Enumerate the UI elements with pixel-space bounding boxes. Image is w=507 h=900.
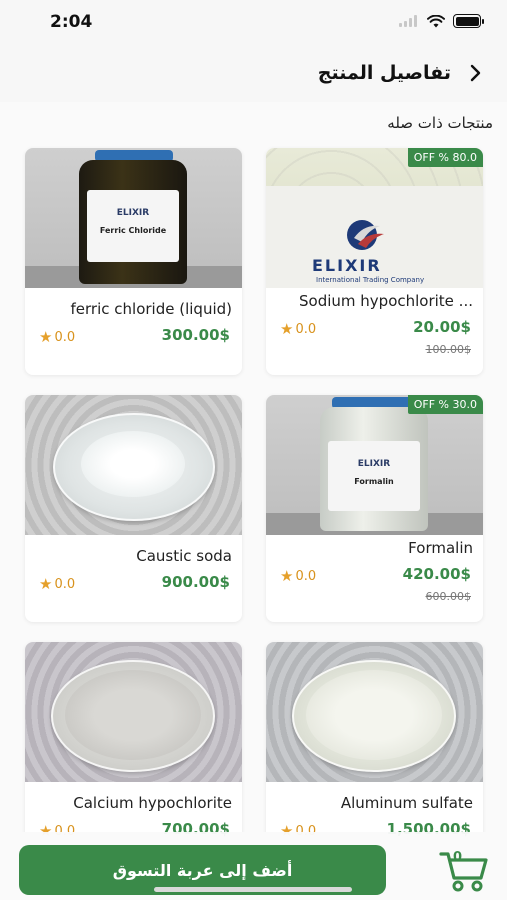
product-image: ELIXIR International Trading Company OFF…	[266, 148, 483, 288]
wifi-icon	[427, 14, 445, 27]
star-icon: ★	[39, 328, 53, 346]
product-image	[25, 395, 242, 535]
star-icon: ★	[39, 575, 53, 593]
product-name: Sodium hypochlorite ...	[299, 292, 473, 310]
product-price: 900.00$	[161, 573, 230, 591]
status-bar: 2:04	[0, 0, 507, 46]
product-image	[25, 642, 242, 782]
discount-badge: OFF % 80.0	[407, 148, 483, 167]
product-card[interactable]: ELIXIR Formalin OFF % 30.0 Formalin 420.…	[266, 395, 483, 622]
back-button[interactable]	[463, 60, 489, 86]
product-price: 420.00$	[402, 565, 471, 583]
elixir-logo	[347, 220, 384, 250]
product-image	[266, 642, 483, 782]
signal-icon	[399, 15, 419, 27]
chevron-left-icon	[470, 64, 481, 82]
star-icon: ★	[280, 320, 294, 338]
product-rating: ★ 0.0	[39, 575, 76, 593]
product-old-price: 100.00$	[425, 343, 472, 356]
discount-badge: OFF % 30.0	[407, 395, 483, 414]
cart-button[interactable]: 0	[439, 848, 491, 894]
product-name: Aluminum sulfate	[340, 794, 473, 812]
product-rating: ★ 0.0	[280, 320, 317, 338]
product-price: 20.00$	[413, 318, 471, 336]
product-rating: ★ 0.0	[280, 567, 317, 585]
product-card[interactable]: Caustic soda 900.00$ ★ 0.0	[25, 395, 242, 622]
product-price: 300.00$	[161, 326, 230, 344]
product-image: ELIXIR Formalin OFF % 30.0	[266, 395, 483, 535]
related-products-section: منتجات ذات صله ELIXIR Ferric Chloride fe…	[0, 102, 507, 900]
product-card[interactable]: ELIXIR Ferric Chloride ferric chloride (…	[25, 148, 242, 375]
bottom-action-bar: أضف إلى عربة التسوق 0	[0, 832, 507, 900]
header: تفاصيل المنتج	[0, 46, 507, 102]
product-name: Caustic soda	[136, 547, 232, 565]
page-title: تفاصيل المنتج	[317, 62, 451, 84]
product-old-price: 600.00$	[425, 590, 472, 603]
product-name: Calcium hypochlorite	[73, 794, 232, 812]
section-title: منتجات ذات صله	[387, 114, 493, 132]
star-icon: ★	[280, 567, 294, 585]
cart-count: 0	[453, 850, 463, 865]
product-image: ELIXIR Ferric Chloride	[25, 148, 242, 288]
battery-icon	[453, 14, 484, 28]
product-name: ferric chloride (liquid)	[70, 300, 232, 318]
status-icons	[399, 14, 484, 28]
product-name: Formalin	[408, 539, 473, 557]
home-indicator	[154, 887, 352, 892]
cart-icon	[439, 852, 488, 892]
product-rating: ★ 0.0	[39, 328, 76, 346]
product-card[interactable]: ELIXIR International Trading Company OFF…	[266, 148, 483, 375]
status-time: 2:04	[50, 12, 93, 32]
